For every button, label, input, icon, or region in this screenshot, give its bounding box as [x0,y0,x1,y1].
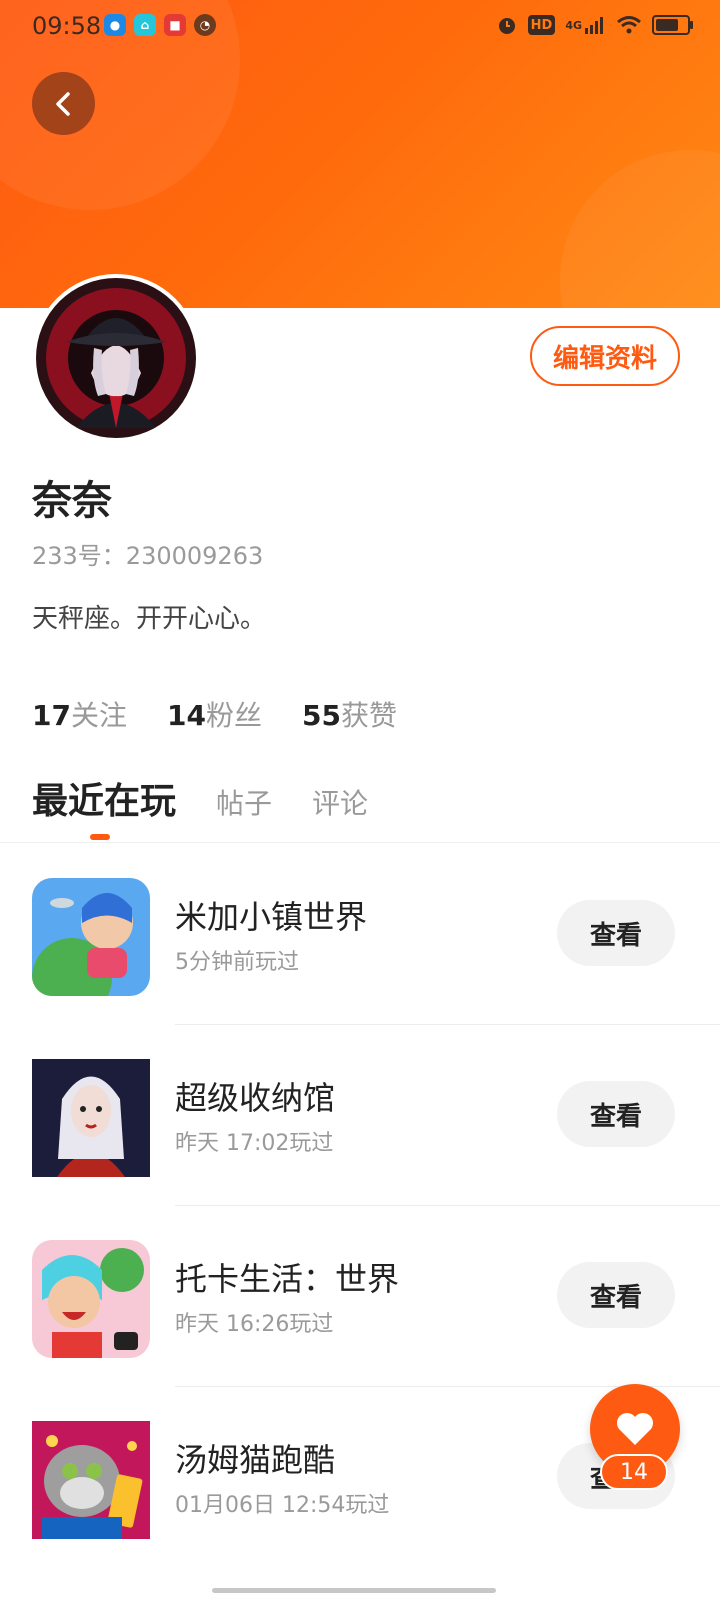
game-title: 超级收纳馆 [175,1079,336,1117]
profile-stats: 17 关注 14 粉丝 55 获赞 [32,694,397,734]
edit-profile-button[interactable]: 编辑资料 [530,326,680,386]
stat-number: 17 [32,699,71,732]
status-time: 09:58 [32,12,102,40]
stat-number: 55 [301,699,341,732]
status-indicators: HD 4G [496,14,693,36]
notification-icons: ● ⌂ ■ ◔ [104,14,216,36]
game-title: 米加小镇世界 [175,898,368,936]
compass-icon: ◔ [194,14,216,36]
tab-comments[interactable]: 评论 [312,782,368,822]
list-item[interactable]: 超级收纳馆 昨天 17:02玩过 查看 [0,1025,720,1206]
game-icon [32,1421,150,1539]
profile-uid: 233号：230009263 [32,542,264,570]
stat-followers[interactable]: 14 粉丝 [167,694,262,734]
game-title: 汤姆猫跑酷 [175,1441,336,1479]
battery-icon [652,14,693,36]
game-last-played: 昨天 17:02玩过 [175,1131,334,1156]
divider [0,842,720,843]
hd-icon: HD [527,15,556,35]
profile-name: 奈奈 [32,478,112,524]
app-notification-icon: ● [104,14,126,36]
game-icon [32,1059,150,1177]
like-count-badge: 14 [600,1454,668,1490]
game-last-played: 昨天 16:26玩过 [175,1312,334,1337]
tab-recently-played[interactable]: 最近在玩 [32,772,176,824]
wifi-icon [616,14,642,36]
home-app-icon: ⌂ [134,14,156,36]
game-icon [32,878,150,996]
heart-icon [617,1413,653,1445]
stat-likes[interactable]: 55 获赞 [302,694,397,734]
game-last-played: 01月06日 12:54玩过 [175,1493,390,1518]
back-button[interactable] [32,72,95,135]
stat-label: 粉丝 [205,699,262,732]
game-title: 托卡生活：世界 [175,1260,400,1298]
view-game-button[interactable]: 查看 [557,1081,675,1147]
signal-icon: 4G [565,14,606,36]
profile-tabs: 最近在玩 帖子 评论 [32,772,368,824]
list-item[interactable]: 米加小镇世界 5分钟前玩过 查看 [0,844,720,1025]
stat-label: 获赞 [340,699,397,732]
profile-banner: 09:58 ● ⌂ ■ ◔ HD 4G [0,0,720,308]
app-notification-icon: ■ [164,14,186,36]
game-icon [32,1240,150,1358]
alarm-icon [496,14,518,36]
network-type: 4G [565,18,582,32]
game-last-played: 5分钟前玩过 [175,950,299,975]
home-indicator[interactable] [212,1588,496,1593]
stat-label: 关注 [70,699,127,732]
avatar-image [36,278,196,438]
stat-following[interactable]: 17 关注 [32,694,127,734]
tab-posts[interactable]: 帖子 [216,782,272,822]
banner-decoration [560,150,720,308]
stat-number: 14 [166,699,206,732]
view-game-button[interactable]: 查看 [557,1262,675,1328]
list-item[interactable]: 托卡生活：世界 昨天 16:26玩过 查看 [0,1206,720,1387]
profile-bio: 天秤座。开开心心。 [32,604,267,634]
active-tab-indicator [90,834,110,840]
view-game-button[interactable]: 查看 [557,900,675,966]
status-bar: 09:58 ● ⌂ ■ ◔ HD 4G [0,0,720,52]
chevron-left-icon [55,91,70,116]
avatar[interactable] [32,274,200,442]
